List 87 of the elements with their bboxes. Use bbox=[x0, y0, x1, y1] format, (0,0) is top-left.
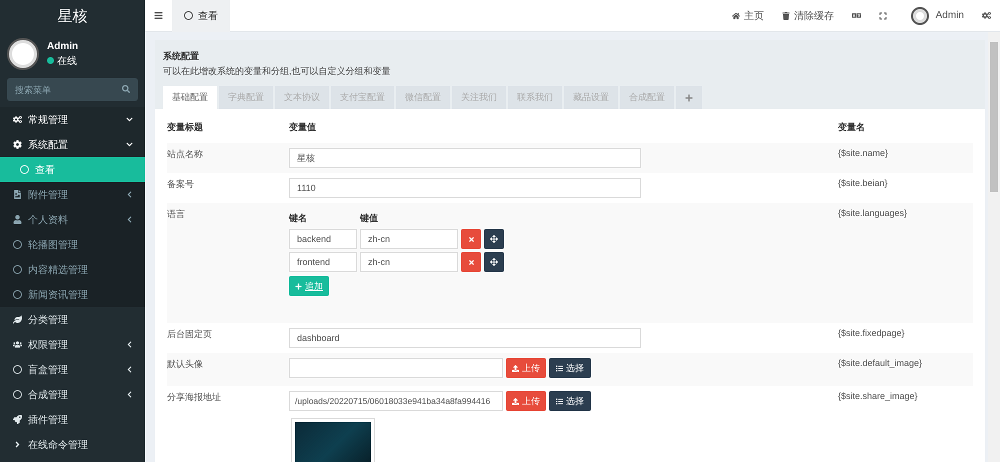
page-tab[interactable]: 查看 bbox=[172, 0, 230, 32]
key-field[interactable]: backend bbox=[289, 229, 357, 249]
move-button[interactable] bbox=[484, 229, 504, 249]
choose-button[interactable]: 选择 bbox=[549, 358, 591, 378]
settings-icon bbox=[982, 11, 991, 20]
menu-item[interactable]: 内容精选管理 bbox=[0, 257, 145, 282]
user-menu[interactable]: Admin bbox=[902, 0, 973, 32]
image-file-icon bbox=[13, 190, 22, 199]
row-label: 语言 bbox=[167, 209, 185, 219]
menu-item[interactable]: 个人资料 bbox=[0, 207, 145, 232]
home-link[interactable]: 主页 bbox=[722, 0, 773, 32]
menu-item[interactable]: 盲盒管理 bbox=[0, 357, 145, 382]
rocket-icon bbox=[13, 415, 22, 424]
choose-button[interactable]: 选择 bbox=[549, 391, 591, 411]
menu-item[interactable]: 常规管理 bbox=[0, 107, 145, 132]
row-label: 默认头像 bbox=[167, 359, 203, 369]
variable-name: {$site.default_image} bbox=[838, 358, 922, 368]
search-icon bbox=[122, 85, 130, 93]
avatar bbox=[910, 6, 929, 24]
value-field[interactable]: zh-cn bbox=[360, 229, 458, 249]
upload-button[interactable]: 上传 bbox=[506, 358, 546, 378]
plus-icon bbox=[685, 94, 693, 102]
close-icon bbox=[468, 258, 474, 266]
search-field[interactable]: 搜索菜单 bbox=[7, 78, 138, 101]
file-path-field[interactable] bbox=[289, 358, 503, 378]
menu-item[interactable]: 分类管理 bbox=[0, 307, 145, 332]
remove-button[interactable] bbox=[461, 252, 481, 272]
chevron-icon bbox=[13, 440, 22, 449]
upload-button[interactable]: 上传 bbox=[506, 391, 546, 411]
variable-name: {$site.name} bbox=[838, 148, 888, 158]
upload-icon bbox=[512, 364, 519, 372]
panel-title: 系统配置 bbox=[163, 50, 200, 63]
move-icon bbox=[490, 258, 498, 266]
panel-description: 可以在此增改系统的变量和分组,也可以自定义分组和变量 bbox=[163, 65, 392, 78]
text-field[interactable]: 星核 bbox=[289, 148, 641, 168]
menu-item[interactable]: 插件管理 bbox=[0, 407, 145, 432]
expand-icon bbox=[878, 12, 887, 20]
row-label: 后台固定页 bbox=[167, 329, 212, 339]
user-name: Admin bbox=[47, 40, 78, 52]
list-icon bbox=[556, 398, 563, 404]
gears-icon bbox=[13, 115, 22, 124]
move-icon bbox=[490, 235, 498, 243]
row-label: 备案号 bbox=[167, 179, 194, 189]
user-status: 在线 bbox=[57, 54, 77, 68]
column-header: 键值 bbox=[360, 212, 378, 225]
row-label: 站点名称 bbox=[167, 149, 203, 159]
variable-name: {$site.share_image} bbox=[838, 391, 918, 401]
add-tab[interactable] bbox=[676, 86, 702, 109]
menu-item[interactable]: 权限管理 bbox=[0, 332, 145, 357]
column-header: 变量值 bbox=[289, 121, 317, 134]
menu-item[interactable]: 系统配置 bbox=[0, 132, 145, 157]
menu-item[interactable]: 轮播图管理 bbox=[0, 232, 145, 257]
file-path-field[interactable]: /uploads/20220715/06018033e941ba34a8fa994416 bbox=[289, 391, 503, 411]
text-field[interactable]: dashboard bbox=[289, 328, 641, 348]
menu-item[interactable]: 附件管理 bbox=[0, 182, 145, 207]
clear-cache-link[interactable]: 清除缓存 bbox=[772, 0, 843, 32]
column-header: 变量标题 bbox=[167, 121, 204, 134]
gear-icon bbox=[13, 140, 22, 149]
variable-name: {$site.languages} bbox=[838, 208, 908, 218]
config-tab[interactable]: 基础配置 bbox=[163, 86, 217, 109]
plus-icon bbox=[295, 282, 302, 290]
users-icon bbox=[13, 340, 22, 349]
column-header: 变量名 bbox=[838, 121, 866, 134]
list-icon bbox=[556, 364, 563, 372]
user-icon bbox=[13, 215, 22, 224]
move-button[interactable] bbox=[484, 252, 504, 272]
menu-item[interactable]: 新闻资讯管理 bbox=[0, 282, 145, 307]
trash-icon bbox=[782, 12, 790, 20]
translate-icon bbox=[852, 11, 861, 20]
close-icon bbox=[468, 236, 474, 242]
column-header: 键名 bbox=[289, 212, 308, 225]
upload-icon bbox=[512, 398, 519, 404]
variable-name: {$site.fixedpage} bbox=[838, 328, 905, 338]
key-field[interactable]: frontend bbox=[289, 252, 357, 272]
brand-title: 星核 bbox=[56, 6, 88, 26]
value-field[interactable]: zh-cn bbox=[360, 252, 458, 272]
remove-button[interactable] bbox=[461, 229, 481, 249]
row-label: 分享海报地址 bbox=[167, 392, 221, 402]
home-icon bbox=[732, 12, 740, 20]
menu-item[interactable]: 在线命令管理 bbox=[0, 432, 145, 457]
scrollbar[interactable] bbox=[988, 32, 1000, 462]
menu-icon bbox=[154, 11, 163, 20]
variable-name: {$site.beian} bbox=[838, 178, 888, 188]
text-field[interactable]: 1110 bbox=[289, 178, 641, 198]
menu-item[interactable]: 合成管理 bbox=[0, 382, 145, 407]
avatar bbox=[7, 38, 39, 70]
leaf-icon bbox=[13, 315, 22, 324]
